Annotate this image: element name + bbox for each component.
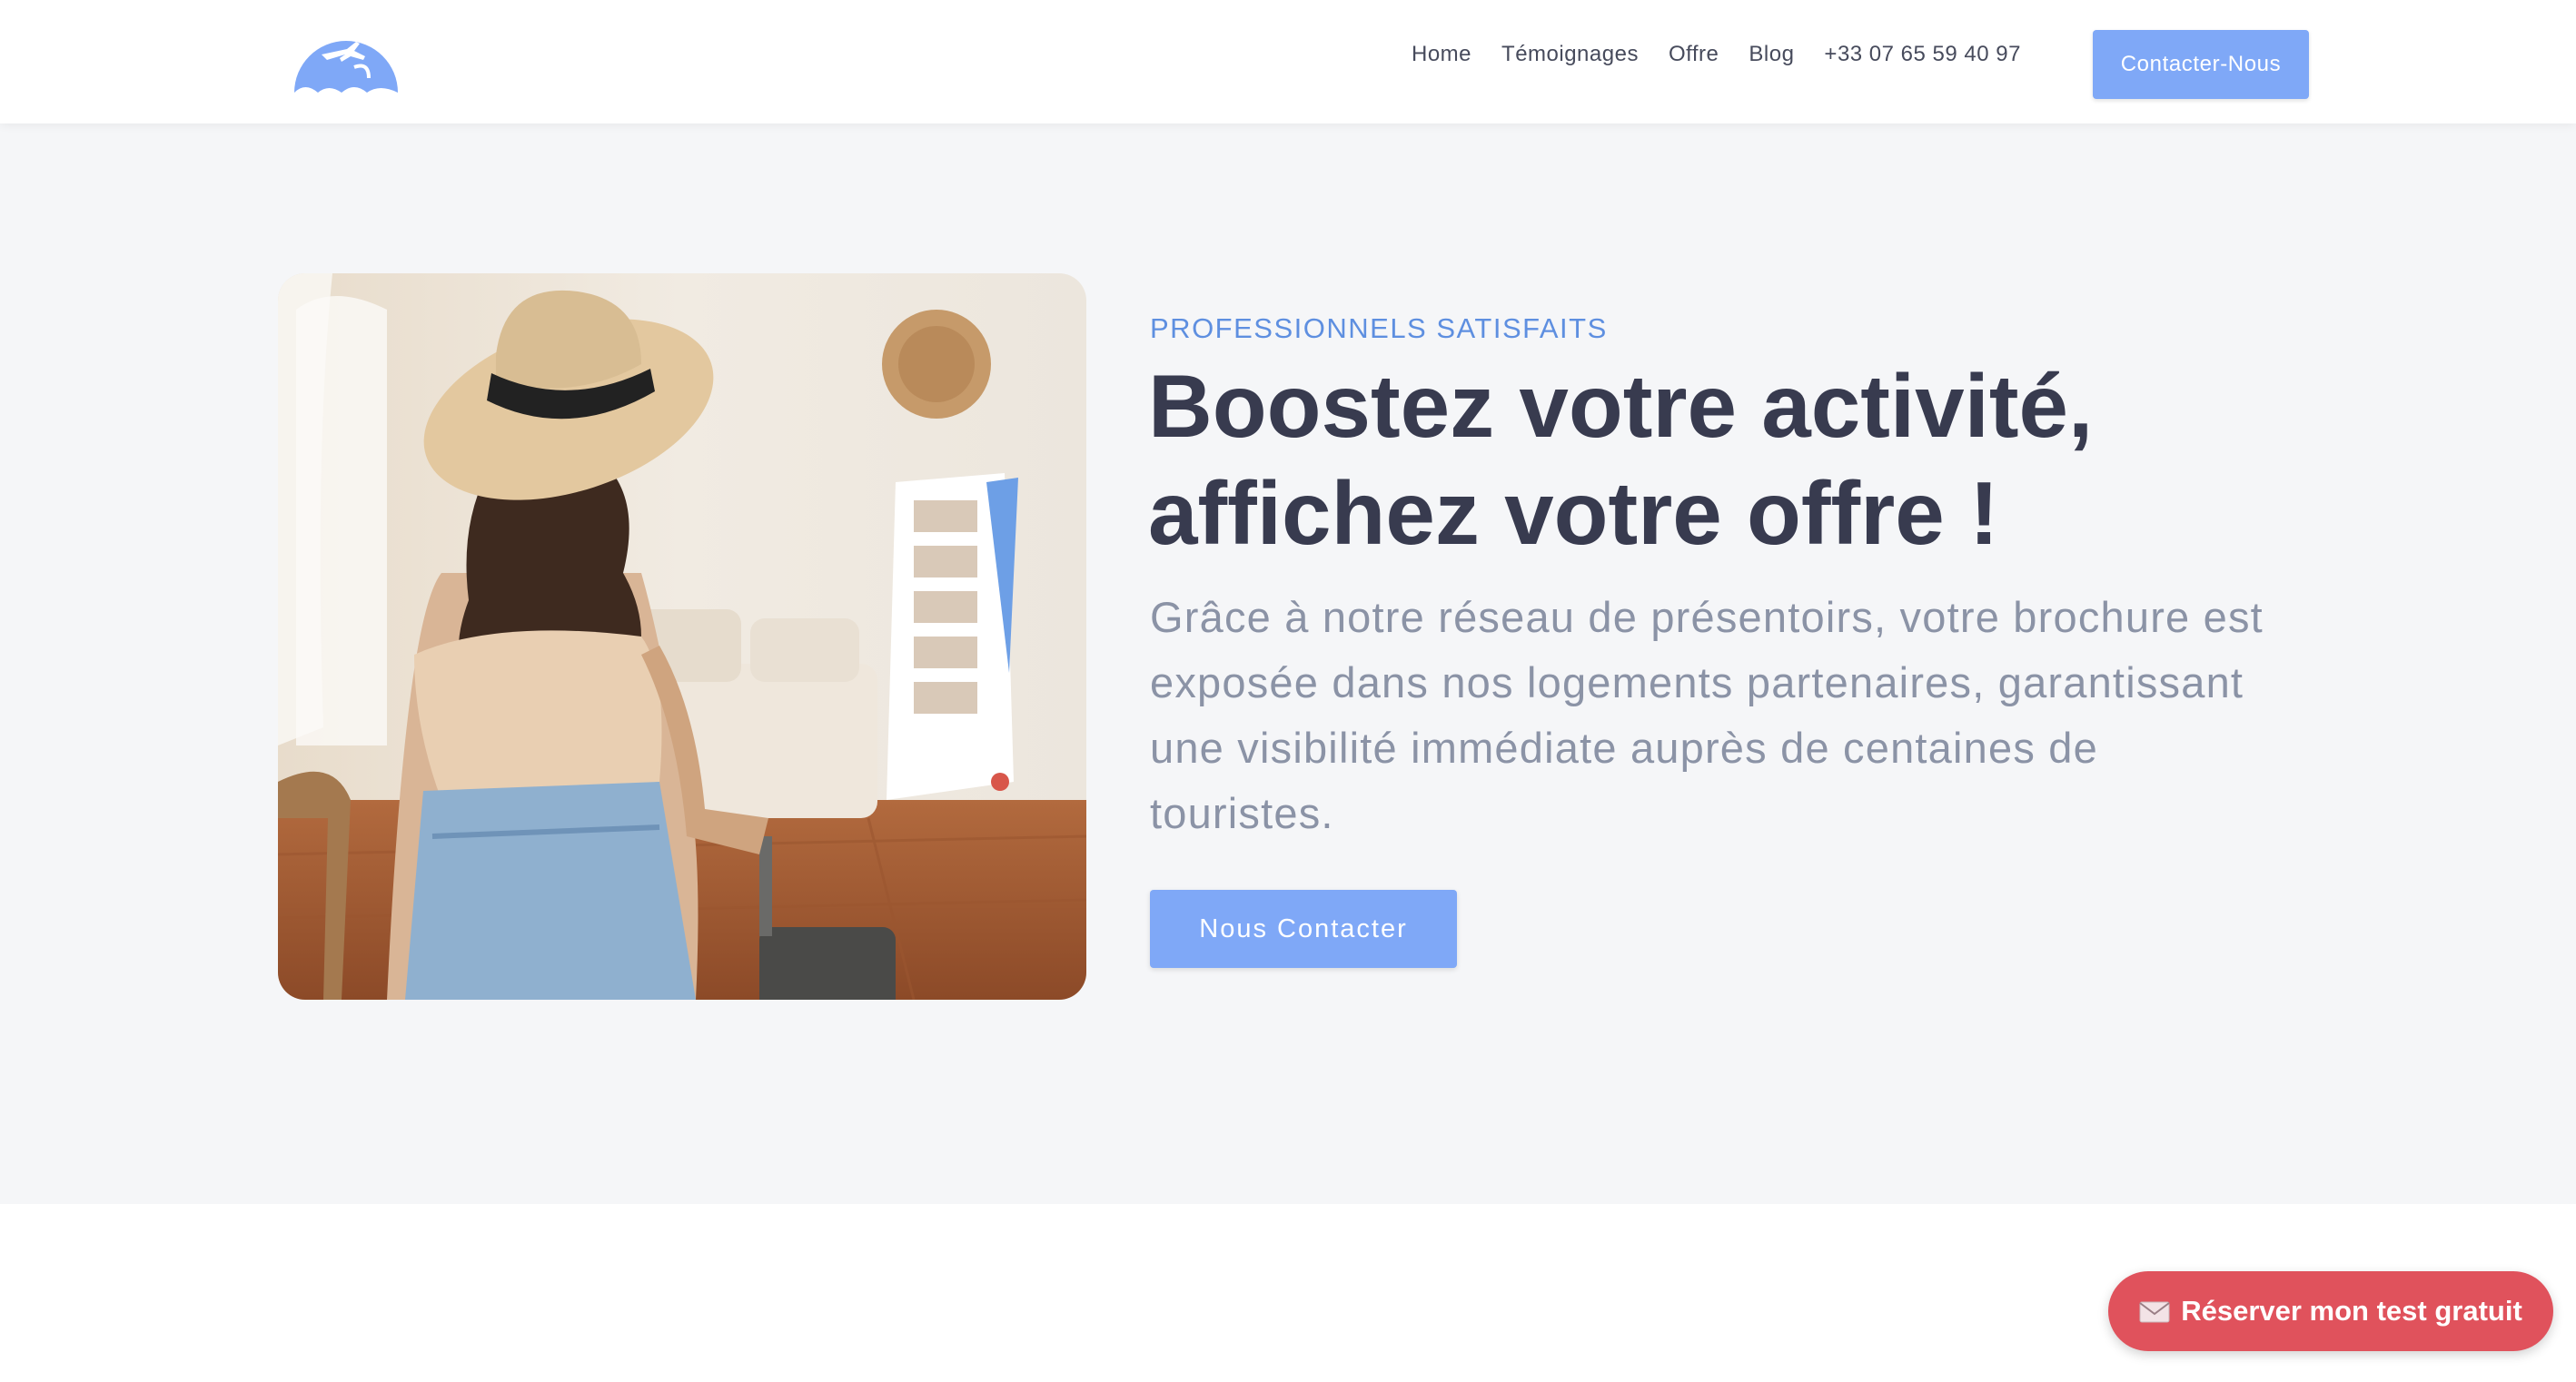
nav-home[interactable]: Home: [1412, 42, 1471, 67]
nav-temoignages[interactable]: Témoignages: [1501, 42, 1639, 67]
contact-button[interactable]: Contacter-Nous: [2093, 30, 2309, 99]
hero-section: PROFESSIONNELS SATISFAITS Boostez votre …: [0, 123, 2576, 1204]
main-nav: Home Témoignages Offre Blog +33 07 65 59…: [1412, 42, 2021, 67]
hero-eyebrow: PROFESSIONNELS SATISFAITS: [1150, 312, 1608, 344]
hero-title: Boostez votre activité, affichez votre o…: [1148, 352, 2420, 567]
book-free-test-button[interactable]: Réserver mon test gratuit: [2108, 1271, 2553, 1351]
nav-offre[interactable]: Offre: [1669, 42, 1719, 67]
site-header: Home Témoignages Offre Blog +33 07 65 59…: [0, 0, 2576, 123]
logo-icon[interactable]: [291, 20, 401, 98]
hero-contact-button[interactable]: Nous Contacter: [1150, 890, 1457, 968]
nav-blog[interactable]: Blog: [1749, 42, 1794, 67]
hero-image: [278, 273, 1086, 1000]
traveler-photo: [278, 273, 1086, 1000]
hero-description: Grâce à notre réseau de présentoirs, vot…: [1150, 593, 2264, 837]
hero-title-line2: affichez votre offre !: [1148, 463, 1999, 563]
mail-icon: [2139, 1301, 2170, 1323]
hero-title-line1: Boostez votre activité,: [1148, 356, 2094, 456]
nav-phone[interactable]: +33 07 65 59 40 97: [1824, 42, 2021, 67]
book-free-test-label: Réserver mon test gratuit: [2181, 1295, 2522, 1327]
